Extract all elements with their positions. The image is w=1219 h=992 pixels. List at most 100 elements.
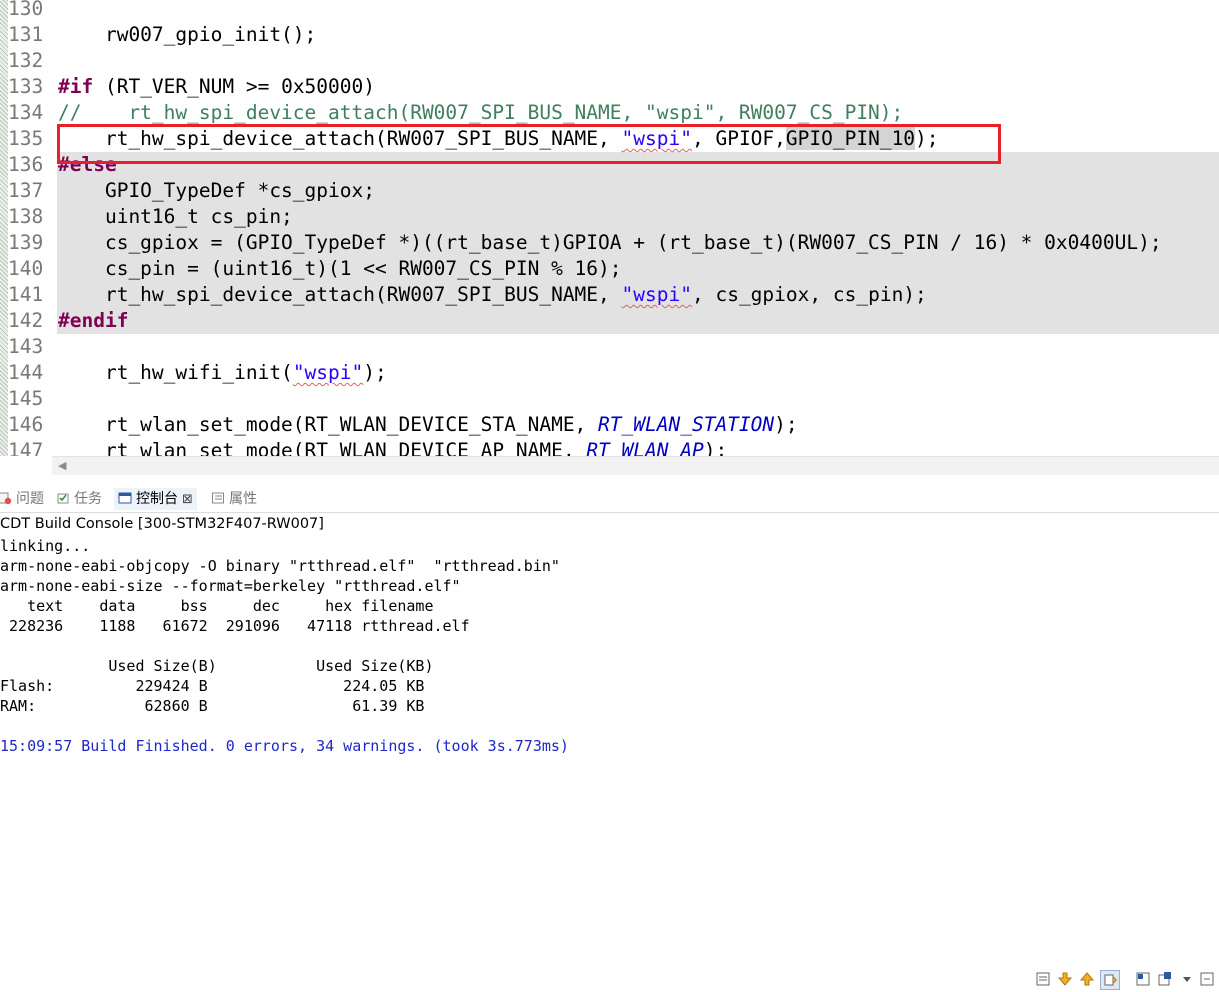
code-token: #endif	[58, 309, 129, 332]
close-icon[interactable]: ⊠	[182, 492, 193, 507]
code-line[interactable]: 143	[0, 334, 1219, 360]
code-token: (RT_VER_NUM >= 0x50000)	[93, 75, 375, 98]
console-line: linking...	[0, 537, 91, 555]
scroll-left-icon[interactable]: ◀	[58, 459, 66, 472]
display-console-icon[interactable]	[1156, 970, 1174, 988]
code-token: , cs_gpiox, cs_pin);	[691, 283, 927, 306]
code-line[interactable]: 147 rt_wlan_set_mode(RT_WLAN_DEVICE_AP_N…	[0, 438, 1219, 456]
line-number: 133	[8, 75, 44, 98]
code-token: #if	[58, 75, 94, 98]
line-number: 139	[8, 231, 44, 254]
code-line[interactable]: 142 #endif	[0, 308, 1219, 334]
code-text: #if (RT_VER_NUM >= 0x50000)	[58, 74, 375, 100]
code-text: uint16_t cs_pin;	[58, 204, 293, 230]
tab-console-label: 控制台	[136, 491, 178, 507]
code-line[interactable]: 140 cs_pin = (uint16_t)(1 << RW007_CS_PI…	[0, 256, 1219, 282]
tab-tasks[interactable]: 任务	[56, 488, 102, 510]
code-token: rt_hw_spi_device_attach(RW007_SPI_BUS_NA…	[58, 283, 622, 306]
code-text: #endif	[58, 308, 128, 334]
code-token: cs_pin = (uint16_t)(1 << RW007_CS_PIN % …	[58, 257, 622, 280]
line-number: 142	[8, 309, 44, 332]
tab-console[interactable]: 控制台 ⊠	[114, 488, 197, 510]
code-line[interactable]: 144 rt_hw_wifi_init("wspi");	[0, 360, 1219, 386]
code-token: "wspi"	[621, 283, 692, 306]
tab-properties[interactable]: 属性	[211, 488, 257, 510]
code-token: #else	[58, 153, 117, 176]
horizontal-scrollbar[interactable]: ◀	[52, 456, 1219, 475]
line-number: 144	[8, 361, 44, 384]
code-text: #else	[58, 152, 117, 178]
line-number: 140	[8, 257, 44, 280]
tab-tasks-label: 任务	[74, 491, 102, 507]
code-token: cs_gpiox = (GPIO_TypeDef *)((rt_base_t)G…	[58, 231, 1162, 254]
code-token: );	[363, 361, 387, 384]
code-token: , GPIOF,	[691, 127, 786, 150]
problems-icon	[0, 492, 12, 505]
console-line: arm-none-eabi-size --format=berkeley "rt…	[0, 577, 461, 595]
code-lines[interactable]: 130 131 rw007_gpio_init(); 132 133 #if (RT_V…	[0, 0, 1219, 456]
code-token: rt_wlan_set_mode(RT_WLAN_DEVICE_AP_NAME,	[58, 439, 587, 456]
code-text: GPIO_TypeDef *cs_gpiox;	[58, 178, 375, 204]
tab-properties-label: 属性	[229, 491, 257, 507]
code-line[interactable]: 135 rt_hw_spi_device_attach(RW007_SPI_BU…	[0, 126, 1219, 152]
code-token: rt_wlan_set_mode(RT_WLAN_DEVICE_STA_NAME…	[58, 413, 599, 436]
console-title: CDT Build Console [300-STM32F407-RW007]	[0, 516, 324, 532]
tab-problems-label: 问题	[16, 491, 44, 507]
arrow-up-icon[interactable]	[1078, 970, 1096, 988]
console-toolbar	[1034, 970, 1219, 992]
line-number: 143	[8, 335, 44, 358]
code-line[interactable]: 145	[0, 386, 1219, 412]
line-number: 145	[8, 387, 44, 410]
code-token: rt_hw_wifi_init(	[58, 361, 293, 384]
pin-console-icon[interactable]	[1134, 970, 1152, 988]
code-text: rt_wlan_set_mode(RT_WLAN_DEVICE_STA_NAME…	[58, 412, 798, 438]
code-text: rt_wlan_set_mode(RT_WLAN_DEVICE_AP_NAME,…	[58, 438, 727, 456]
code-line[interactable]: 146 rt_wlan_set_mode(RT_WLAN_DEVICE_STA_…	[0, 412, 1219, 438]
code-line[interactable]: 130	[0, 0, 1219, 22]
open-console-icon[interactable]	[1198, 970, 1216, 988]
code-token: rt_hw_spi_device_attach(RW007_SPI_BUS_NA…	[58, 127, 622, 150]
code-token: "wspi"	[621, 127, 692, 150]
code-token: rw007_gpio_init();	[58, 23, 317, 46]
code-line[interactable]: 139 cs_gpiox = (GPIO_TypeDef *)((rt_base…	[0, 230, 1219, 256]
build-console[interactable]: CDT Build Console [300-STM32F407-RW007] …	[0, 512, 1219, 773]
code-token: );	[703, 439, 728, 456]
console-line: Used Size(B) Used Size(KB)	[0, 657, 434, 675]
code-token: // rt_hw_spi_device_attach(RW007_SPI_BUS…	[58, 101, 904, 124]
code-token: );	[774, 413, 798, 436]
line-number: 137	[8, 179, 44, 202]
console-line: arm-none-eabi-objcopy -O binary "rtthrea…	[0, 557, 560, 575]
code-line[interactable]: 141 rt_hw_spi_device_attach(RW007_SPI_BU…	[0, 282, 1219, 308]
view-tab-bar: 问题 任务 控制台 ⊠ 属性	[0, 484, 1219, 990]
code-line[interactable]: 131 rw007_gpio_init();	[0, 22, 1219, 48]
code-line[interactable]: 133 #if (RT_VER_NUM >= 0x50000)	[0, 74, 1219, 100]
line-number: 146	[8, 413, 44, 436]
code-line[interactable]: 134 // rt_hw_spi_device_attach(RW007_SPI_…	[0, 100, 1219, 126]
code-text: rw007_gpio_init();	[58, 22, 316, 48]
code-text: rt_hw_wifi_init("wspi");	[58, 360, 387, 386]
clear-console-icon[interactable]	[1034, 970, 1052, 988]
code-line[interactable]: 137 GPIO_TypeDef *cs_gpiox;	[0, 178, 1219, 204]
code-text: // rt_hw_spi_device_attach(RW007_SPI_BUS…	[58, 100, 903, 126]
line-number: 131	[8, 23, 44, 46]
tasks-icon	[57, 493, 69, 504]
tab-problems[interactable]: 问题	[0, 488, 44, 510]
line-number: 130	[8, 0, 44, 20]
code-line[interactable]: 138 uint16_t cs_pin;	[0, 204, 1219, 230]
console-line: 15:09:57 Build Finished. 0 errors, 34 wa…	[0, 737, 569, 755]
console-line: RAM: 62860 B 61.39 KB	[0, 697, 425, 715]
code-token: uint16_t cs_pin;	[58, 205, 293, 228]
code-text: rt_hw_spi_device_attach(RW007_SPI_BUS_NA…	[58, 126, 939, 152]
arrow-down-icon[interactable]	[1056, 970, 1074, 988]
console-line: 228236 1188 61672 291096 47118 rtthread.…	[0, 617, 470, 635]
console-line: text data bss dec hex filename	[0, 597, 434, 615]
code-token: GPIO_TypeDef *cs_gpiox;	[58, 179, 375, 202]
code-text: cs_pin = (uint16_t)(1 << RW007_CS_PIN % …	[58, 256, 622, 282]
line-number: 134	[8, 101, 44, 124]
code-text: cs_gpiox = (GPIO_TypeDef *)((rt_base_t)G…	[58, 230, 1162, 256]
scroll-lock-icon[interactable]	[1100, 970, 1120, 990]
code-editor[interactable]: 130 131 rw007_gpio_init(); 132 133 #if (RT_V…	[0, 0, 1219, 456]
code-line[interactable]: 132	[0, 48, 1219, 74]
code-line[interactable]: 136 #else	[0, 152, 1219, 178]
dropdown-icon[interactable]	[1178, 970, 1196, 988]
